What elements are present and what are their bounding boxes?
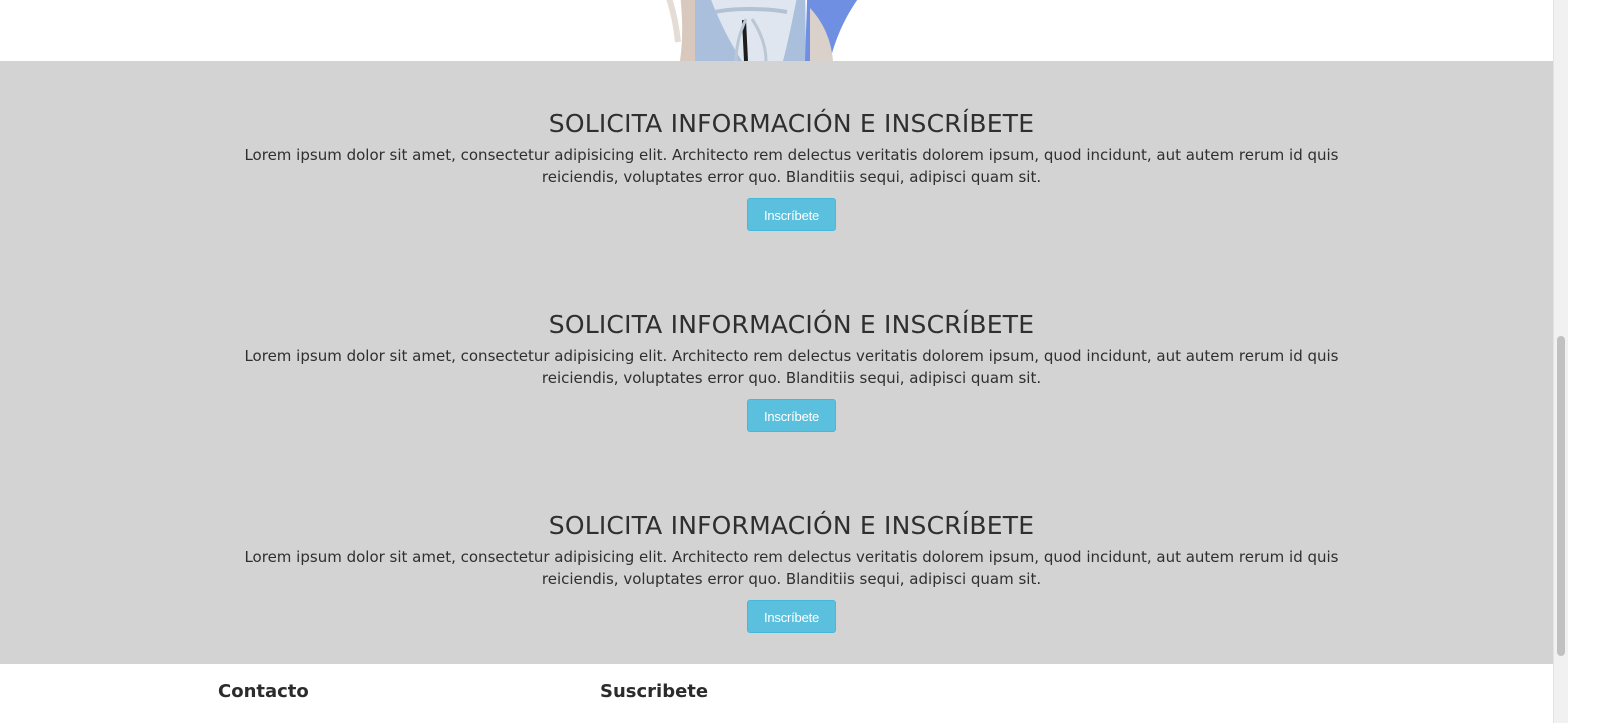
hero-photo-image <box>666 0 858 61</box>
vertical-scrollbar[interactable] <box>1553 0 1568 723</box>
page-viewport: SOLICITA INFORMACIÓN E INSCRÍBETE Lorem … <box>0 0 1598 723</box>
footer-subscribe-heading: Suscribete <box>600 681 709 702</box>
scrollbar-thumb[interactable] <box>1557 336 1565 656</box>
cta-section-2: SOLICITA INFORMACIÓN E INSCRÍBETE Lorem … <box>0 306 1583 432</box>
cta-section-3-description: Lorem ipsum dolor sit amet, consectetur … <box>244 548 1339 588</box>
information-signup-sections: SOLICITA INFORMACIÓN E INSCRÍBETE Lorem … <box>0 61 1583 664</box>
cta-section-1-signup-button[interactable]: Inscríbete <box>747 198 836 231</box>
cta-section-1: SOLICITA INFORMACIÓN E INSCRÍBETE Lorem … <box>0 105 1583 231</box>
cta-section-1-title: SOLICITA INFORMACIÓN E INSCRÍBETE <box>548 109 1035 138</box>
cta-section-3: SOLICITA INFORMACIÓN E INSCRÍBETE Lorem … <box>0 507 1583 633</box>
site-footer: Contacto Suscribete <box>0 664 1583 723</box>
cta-section-2-signup-button[interactable]: Inscríbete <box>747 399 836 432</box>
page-content: SOLICITA INFORMACIÓN E INSCRÍBETE Lorem … <box>0 0 1583 723</box>
cta-section-1-description: Lorem ipsum dolor sit amet, consectetur … <box>244 146 1339 186</box>
cta-section-3-signup-button[interactable]: Inscríbete <box>747 600 836 633</box>
cta-section-3-title: SOLICITA INFORMACIÓN E INSCRÍBETE <box>548 511 1035 540</box>
cta-section-2-title: SOLICITA INFORMACIÓN E INSCRÍBETE <box>548 310 1035 339</box>
footer-contact-heading: Contacto <box>218 681 309 702</box>
window-right-gutter <box>1568 0 1598 723</box>
hero-image-section <box>0 0 1583 61</box>
cta-section-2-description: Lorem ipsum dolor sit amet, consectetur … <box>244 347 1339 387</box>
